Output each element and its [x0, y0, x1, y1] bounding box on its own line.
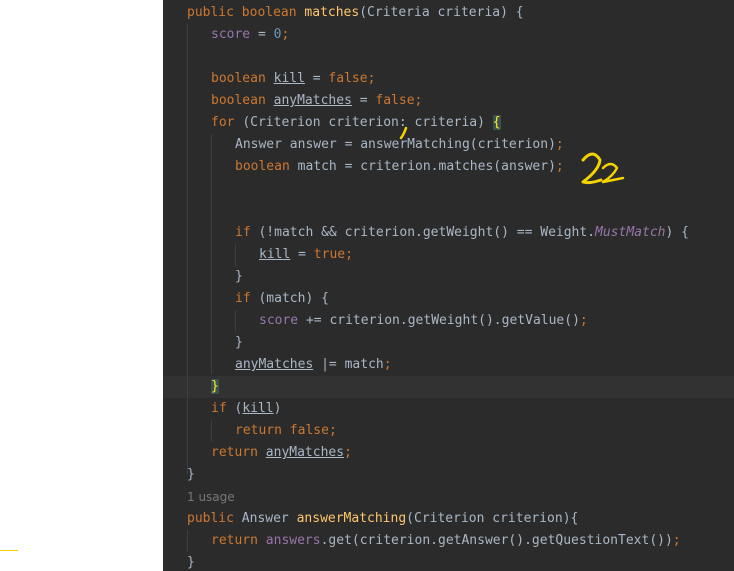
caret-marker: [0, 550, 18, 551]
handwritten-annotation: [399, 126, 625, 185]
code-editor[interactable]: public boolean matches(Criteria criteria…: [163, 0, 734, 571]
left-blank-pane: [0, 0, 163, 571]
